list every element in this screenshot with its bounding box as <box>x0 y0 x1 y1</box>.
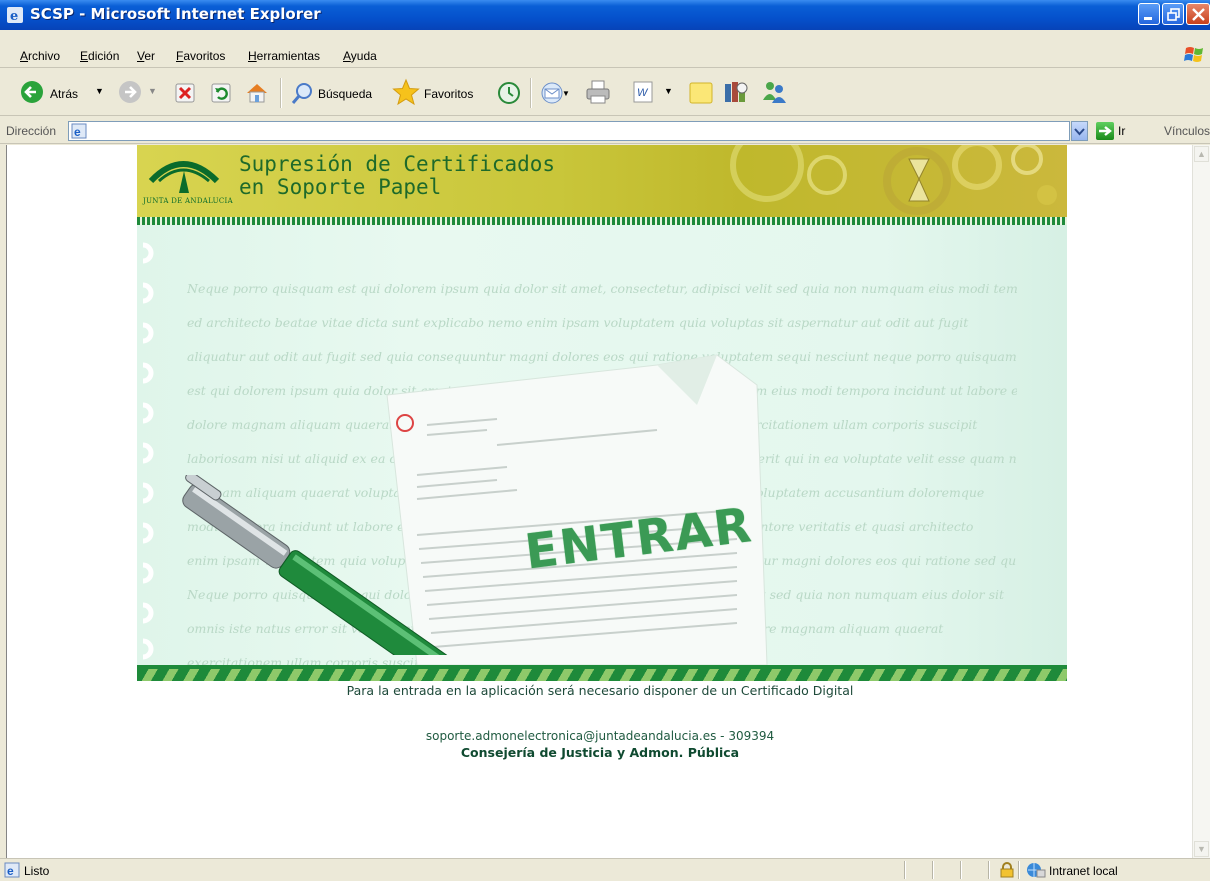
word-document-icon: W <box>633 81 653 103</box>
vertical-scrollbar[interactable]: ▲ ▼ <box>1192 145 1210 858</box>
svg-text:▼: ▼ <box>562 89 570 98</box>
page-icon: e <box>71 123 87 139</box>
close-button[interactable] <box>1186 3 1210 25</box>
back-label[interactable]: Atrás <box>50 87 78 101</box>
note-icon <box>689 82 713 104</box>
maximize-button[interactable] <box>1162 3 1184 25</box>
page-viewport: JUNTA DE ANDALUCIA Supresión de Certific… <box>6 145 1192 858</box>
back-dropdown-icon[interactable]: ▼ <box>95 86 104 96</box>
menu-bar: Archivo Edición Ver Favoritos Herramient… <box>0 30 1210 68</box>
favorites-button[interactable] <box>392 78 420 111</box>
banner-title: Supresión de Certificados en Soporte Pap… <box>239 153 555 199</box>
window-title: SCSP - Microsoft Internet Explorer <box>30 5 321 23</box>
history-button[interactable] <box>496 80 522 111</box>
go-arrow-icon <box>1099 126 1112 136</box>
banner-title-line2: en Soporte Papel <box>239 175 442 199</box>
search-icon <box>291 83 312 104</box>
certificate-notice: Para la entrada en la aplicación será ne… <box>346 683 854 698</box>
edit-button[interactable]: W <box>632 80 654 109</box>
menu-herramientas[interactable]: Herramientas <box>248 49 320 63</box>
messenger-button[interactable] <box>760 78 788 111</box>
standard-toolbar: Atrás ▼ ▼ Búsqueda Favoritos ▼ W ▼ <box>0 70 1210 116</box>
edit-dropdown-icon[interactable]: ▼ <box>664 86 673 96</box>
favorites-label[interactable]: Favoritos <box>424 87 473 101</box>
search-label[interactable]: Búsqueda <box>318 87 372 101</box>
svg-text:e: e <box>10 9 18 24</box>
messenger-icon <box>763 82 786 103</box>
address-input[interactable]: e <box>68 121 1070 141</box>
menu-ver[interactable]: Ver <box>137 49 155 63</box>
menu-ayuda[interactable]: Ayuda <box>343 49 377 63</box>
scroll-up-icon[interactable]: ▲ <box>1194 146 1209 162</box>
banner-title-line1: Supresión de Certificados <box>239 152 556 176</box>
back-arrow-icon <box>21 81 43 103</box>
svg-text:e: e <box>7 864 14 878</box>
menu-edicion[interactable]: Edición <box>80 49 119 63</box>
svg-text:e: e <box>74 125 81 139</box>
mail-icon: ▼ <box>541 82 570 104</box>
status-text: Listo <box>24 864 50 878</box>
refresh-button[interactable] <box>210 82 232 109</box>
stop-icon <box>175 83 195 103</box>
search-button[interactable] <box>290 80 316 111</box>
intranet-zone-icon <box>1027 863 1046 878</box>
support-contact: soporte.admonelectronica@juntadeandaluci… <box>425 729 775 743</box>
go-label[interactable]: Ir <box>1118 124 1125 138</box>
title-bar: e SCSP - Microsoft Internet Explorer <box>0 0 1210 30</box>
home-icon <box>247 84 267 103</box>
lock-icon <box>1000 862 1014 878</box>
menu-archivo[interactable]: Archivo <box>20 49 60 63</box>
go-button[interactable] <box>1096 122 1114 140</box>
minimize-button[interactable] <box>1138 3 1160 25</box>
page-status-icon: e <box>4 862 20 878</box>
history-icon <box>498 82 520 104</box>
address-bar: Dirección e Ir Vínculos <box>0 118 1210 144</box>
address-dropdown-button[interactable] <box>1071 121 1088 141</box>
logo-text: JUNTA DE ANDALUCIA <box>143 197 233 205</box>
internet-explorer-icon: e <box>7 7 23 24</box>
gears-decoration <box>730 145 1057 215</box>
refresh-icon <box>211 83 231 103</box>
forward-button[interactable] <box>118 78 144 109</box>
header-stripe <box>137 217 1067 225</box>
entry-artwork: Neque porro quisquam est qui dolorem ips… <box>137 225 1067 665</box>
links-label[interactable]: Vínculos <box>1164 124 1210 138</box>
svg-text:W: W <box>637 87 649 99</box>
stop-button[interactable] <box>174 82 196 109</box>
research-button[interactable] <box>722 78 750 111</box>
department-name: Consejería de Justicia y Admon. Pública <box>460 745 740 760</box>
address-label: Dirección <box>6 124 57 138</box>
forward-dropdown-icon[interactable]: ▼ <box>148 86 157 96</box>
scroll-down-icon[interactable]: ▼ <box>1194 841 1209 857</box>
star-icon <box>392 78 420 106</box>
security-zone-label: Intranet local <box>1049 864 1118 878</box>
discuss-button[interactable] <box>688 80 714 111</box>
books-icon <box>725 82 748 102</box>
printer-icon <box>586 80 610 104</box>
mail-button[interactable]: ▼ <box>540 80 570 111</box>
status-bar: e Listo Intranet local <box>0 858 1210 881</box>
forward-arrow-icon <box>119 81 141 103</box>
home-button[interactable] <box>244 80 270 111</box>
windows-logo-icon <box>1184 47 1203 62</box>
back-button[interactable] <box>20 78 46 109</box>
header-banner: JUNTA DE ANDALUCIA Supresión de Certific… <box>137 145 1067 217</box>
print-button[interactable] <box>584 78 612 111</box>
chevron-down-icon <box>1074 128 1085 136</box>
footer-stripe <box>137 665 1067 681</box>
pen-illustration <box>182 475 456 655</box>
menu-favoritos[interactable]: Favoritos <box>176 49 225 63</box>
